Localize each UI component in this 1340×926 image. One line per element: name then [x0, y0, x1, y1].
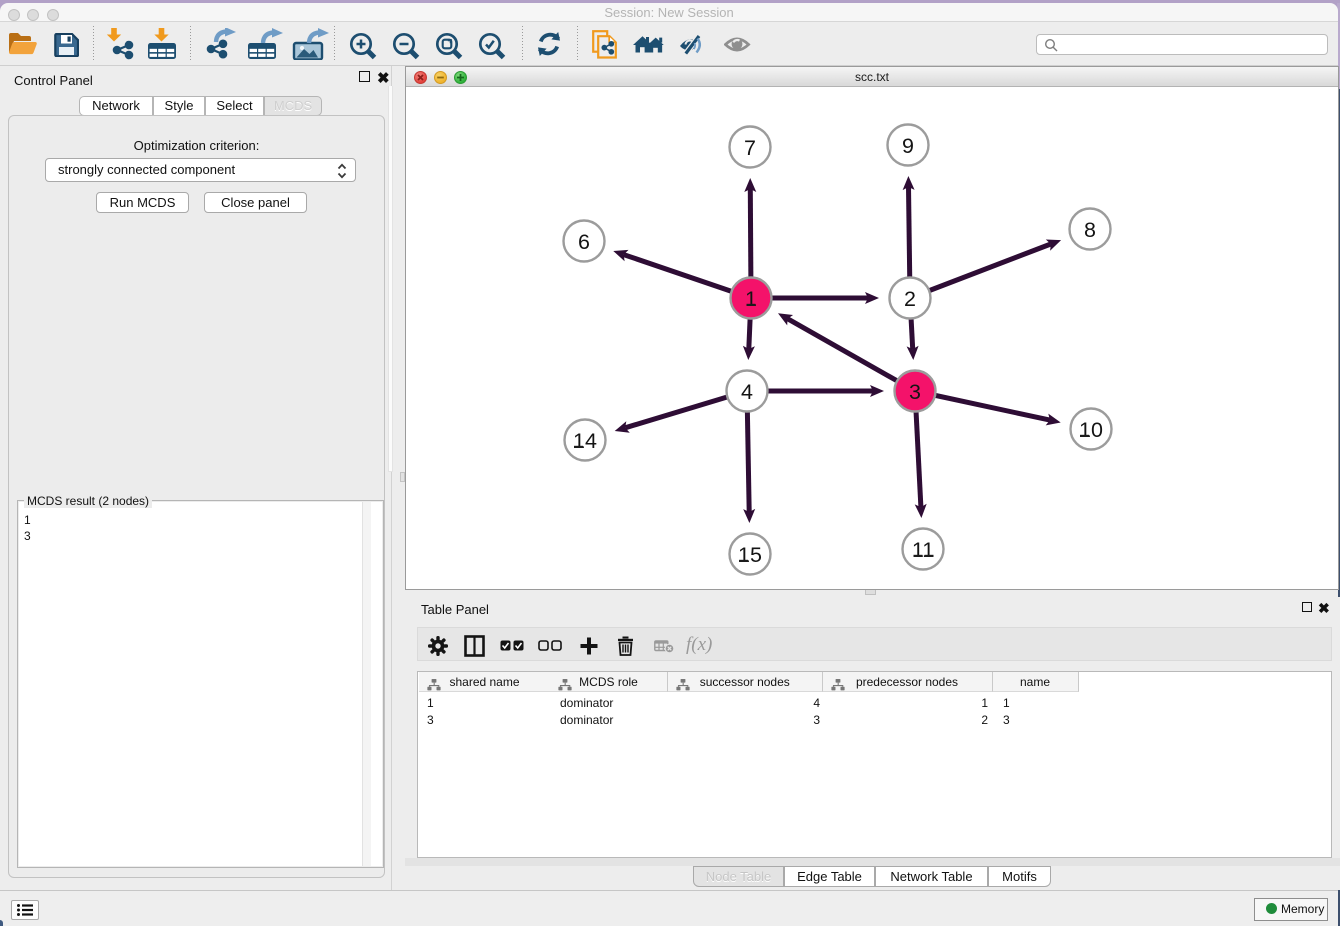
svg-text:8: 8 — [1084, 218, 1096, 242]
svg-text:10: 10 — [1079, 418, 1103, 442]
svg-text:14: 14 — [573, 429, 597, 453]
svg-text:9: 9 — [902, 134, 914, 158]
svg-text:1: 1 — [745, 287, 757, 311]
svg-text:7: 7 — [744, 136, 756, 160]
svg-text:15: 15 — [738, 543, 762, 567]
svg-text:6: 6 — [578, 230, 590, 254]
svg-text:2: 2 — [904, 287, 916, 311]
svg-text:3: 3 — [909, 380, 921, 404]
svg-text:4: 4 — [741, 380, 753, 404]
svg-text:11: 11 — [912, 538, 934, 562]
